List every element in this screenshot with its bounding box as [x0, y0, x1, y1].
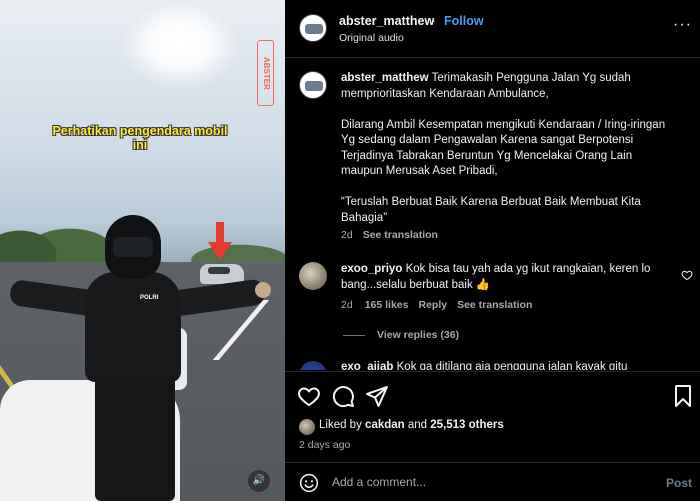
post-timestamp: 2 days ago: [299, 439, 351, 451]
follow-button[interactable]: Follow: [444, 14, 484, 28]
reel-video[interactable]: POLRI Perhatikan pengendara mobil ini AB…: [0, 0, 285, 501]
post-side-panel: abster_matthew · Follow Original audio ·…: [285, 0, 700, 501]
likes-summary[interactable]: Liked by cakdan and 25,513 others: [299, 419, 504, 431]
comment-likes[interactable]: 165 likes: [365, 299, 409, 311]
comment-text-2: Kok ga ditilang aja pengguna jalan kayak…: [396, 361, 628, 370]
rider-glove: [255, 282, 271, 298]
liked-by-user[interactable]: cakdan: [365, 419, 405, 431]
comment-body: exoo_priyo Kok bisa tau yah ada yg ikut …: [341, 262, 661, 293]
speaker-icon[interactable]: 🔊: [248, 470, 270, 492]
comments-list[interactable]: abster_matthew Terimakasih Pengguna Jala…: [285, 59, 700, 370]
comment-see-translation[interactable]: See translation: [457, 299, 532, 311]
comment-time: 2d: [341, 299, 353, 311]
comment-reply-button[interactable]: Reply: [418, 299, 447, 311]
rider-helmet: [105, 215, 161, 279]
view-replies-button[interactable]: View replies (36): [343, 329, 459, 341]
sun-glare: [120, 0, 240, 90]
comment-username-2[interactable]: exo_aijab: [341, 361, 393, 370]
rider-legs: [95, 375, 175, 501]
add-comment-input[interactable]: [332, 475, 632, 489]
post-header: abster_matthew · Follow Original audio ·…: [285, 0, 700, 58]
comment-username[interactable]: exoo_priyo: [341, 263, 402, 275]
post-actions: Liked by cakdan and 25,513 others 2 days…: [285, 371, 700, 461]
author-username[interactable]: abster_matthew: [339, 14, 434, 28]
police-patch: POLRI: [140, 295, 159, 301]
rider-torso: [85, 272, 181, 382]
liked-count[interactable]: 25,513 others: [430, 419, 504, 431]
caption-meta: 2d See translation: [341, 229, 438, 241]
share-send-icon[interactable]: [365, 384, 389, 408]
comment-meta: 2d 165 likes Reply See translation: [341, 299, 542, 311]
post-caption: abster_matthew Terimakasih Pengguna Jala…: [341, 71, 671, 226]
add-comment-bar: Post: [285, 462, 700, 501]
comment-like-heart-icon[interactable]: [681, 269, 693, 281]
save-bookmark-icon[interactable]: [671, 384, 695, 408]
video-caption-overlay: Perhatikan pengendara mobil ini: [52, 124, 228, 152]
more-options-icon[interactable]: ···: [673, 16, 692, 34]
emoji-icon[interactable]: [299, 473, 319, 493]
author-avatar[interactable]: [299, 14, 327, 42]
commenter-avatar-2[interactable]: [299, 361, 327, 370]
commenter-avatar[interactable]: [299, 262, 327, 290]
header-separator: ·: [432, 14, 437, 28]
caption-see-translation[interactable]: See translation: [363, 229, 438, 241]
caption-username[interactable]: abster_matthew: [341, 72, 429, 84]
caption-time: 2d: [341, 229, 353, 241]
liked-and: and: [407, 419, 428, 431]
liked-by-prefix: Liked by: [319, 419, 362, 431]
caption-paragraph-2: Dilarang Ambil Kesempatan mengikuti Kend…: [341, 118, 666, 178]
comment-bubble-icon[interactable]: [331, 384, 355, 408]
creator-watermark: ABSTER: [257, 40, 274, 106]
caption-author-avatar[interactable]: [299, 71, 327, 99]
post-comment-button[interactable]: Post: [666, 476, 692, 490]
comment-body-2: exo_aijab Kok ga ditilang aja pengguna j…: [341, 360, 661, 370]
police-rider: POLRI: [0, 210, 280, 501]
like-heart-icon[interactable]: [297, 384, 321, 408]
original-audio-link[interactable]: Original audio: [339, 32, 404, 44]
caption-paragraph-3: “Teruslah Berbuat Baik Karena Berbuat Ba…: [341, 196, 641, 224]
